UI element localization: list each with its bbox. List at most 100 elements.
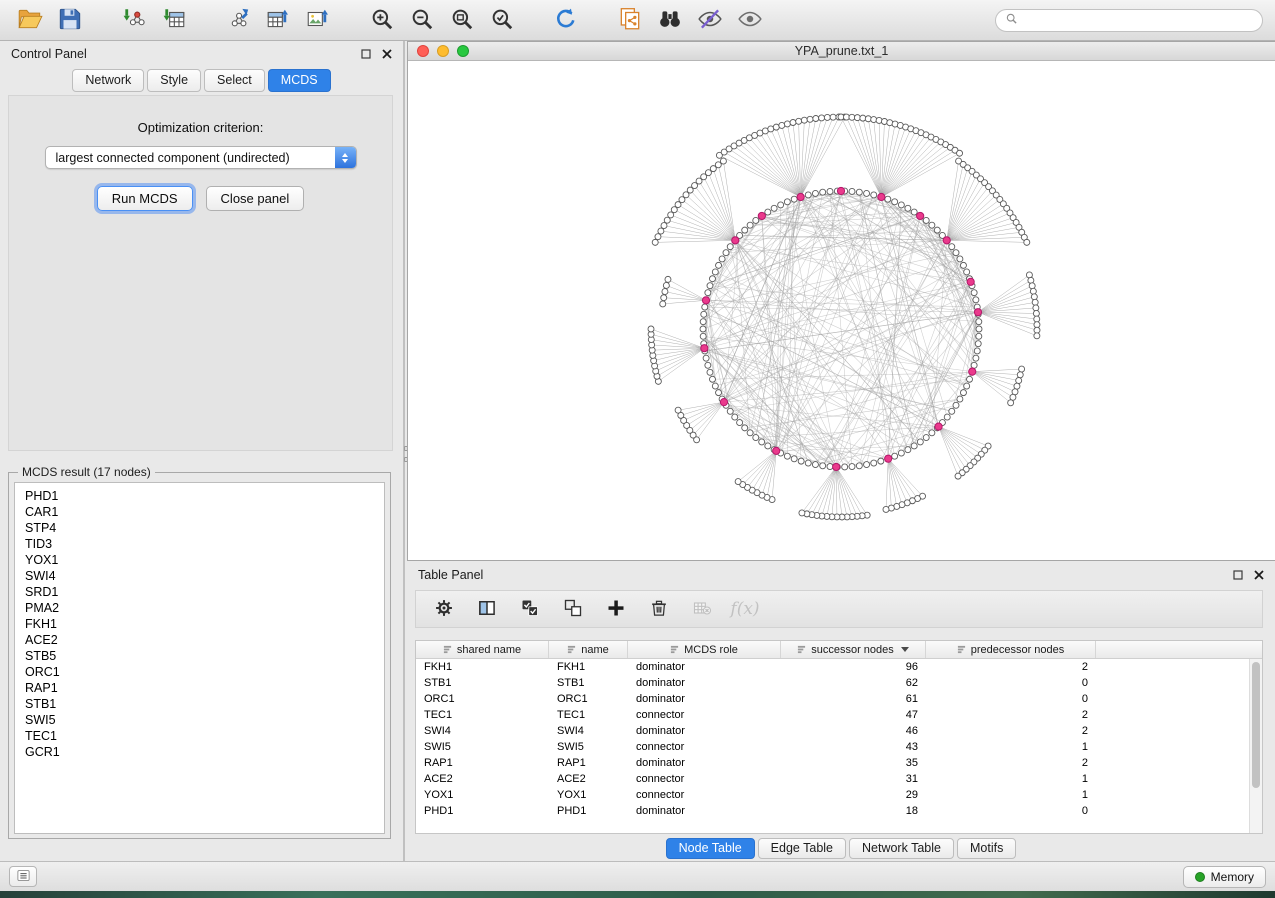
mcds-result-group: MCDS result (17 nodes) PHD1CAR1STP4TID3Y… xyxy=(8,465,391,839)
column-header-predecessor-nodes[interactable]: predecessor nodes xyxy=(926,641,1096,658)
table-row[interactable]: SWI5 SWI5 connector 43 1 xyxy=(416,739,1262,755)
export-table-icon xyxy=(265,6,291,35)
memory-status-icon xyxy=(1195,872,1205,882)
zoom-fit-icon xyxy=(449,6,475,35)
mcds-result-item[interactable]: ORC1 xyxy=(15,664,384,680)
delete-row-button[interactable] xyxy=(647,597,671,621)
eye-slash-icon xyxy=(697,6,723,35)
table-toolbar: f(x) xyxy=(415,590,1263,628)
table-row[interactable]: SWI4 SWI4 dominator 46 2 xyxy=(416,723,1262,739)
zoom-fit-button[interactable] xyxy=(444,4,480,36)
column-header-filler xyxy=(1096,641,1262,658)
mcds-result-item[interactable]: STB1 xyxy=(15,696,384,712)
list-icon xyxy=(16,868,31,886)
tab-mcds[interactable]: MCDS xyxy=(268,69,331,92)
status-bar: Memory xyxy=(0,861,1275,891)
optimization-criterion-select[interactable]: largest connected component (undirected) xyxy=(45,146,357,169)
search-input[interactable] xyxy=(1024,13,1253,27)
float-table-panel-icon[interactable] xyxy=(1233,570,1243,580)
column-header-mcds-role[interactable]: MCDS role xyxy=(628,641,781,658)
add-row-button[interactable] xyxy=(604,597,628,621)
save-session-button[interactable] xyxy=(52,4,88,36)
network-canvas[interactable] xyxy=(408,61,1274,560)
columns-icon xyxy=(477,598,497,621)
copy-network-button[interactable] xyxy=(612,4,648,36)
table-row[interactable]: YOX1 YOX1 connector 29 1 xyxy=(416,787,1262,803)
show-columns-button[interactable] xyxy=(475,597,499,621)
float-panel-icon[interactable] xyxy=(361,49,371,59)
minimize-window-icon[interactable] xyxy=(437,45,449,57)
mcds-result-item[interactable]: TEC1 xyxy=(15,728,384,744)
delete-table-button[interactable] xyxy=(690,597,714,621)
export-image-button[interactable] xyxy=(300,4,336,36)
table-scrollbar xyxy=(1249,659,1262,833)
tab-style[interactable]: Style xyxy=(147,69,201,92)
mcds-result-item[interactable]: SWI4 xyxy=(15,568,384,584)
tab-network-table[interactable]: Network Table xyxy=(849,838,954,859)
close-mcds-panel-button[interactable]: Close panel xyxy=(206,186,305,211)
mcds-result-item[interactable]: PMA2 xyxy=(15,600,384,616)
tab-edge-table[interactable]: Edge Table xyxy=(758,838,846,859)
mcds-result-item[interactable]: STP4 xyxy=(15,520,384,536)
open-file-button[interactable] xyxy=(12,4,48,36)
table-row[interactable]: STB1 STB1 dominator 62 0 xyxy=(416,675,1262,691)
zoom-selected-button[interactable] xyxy=(484,4,520,36)
hide-details-button[interactable] xyxy=(692,4,728,36)
sort-desc-icon xyxy=(901,647,909,652)
mcds-result-item[interactable]: GCR1 xyxy=(15,744,384,760)
column-header-name[interactable]: name xyxy=(549,641,628,658)
memory-button-label: Memory xyxy=(1211,870,1254,884)
control-panel-header: Control Panel xyxy=(0,41,403,67)
mcds-result-item[interactable]: SRD1 xyxy=(15,584,384,600)
close-panel-icon[interactable] xyxy=(382,49,392,59)
mcds-result-item[interactable]: SWI5 xyxy=(15,712,384,728)
import-network-button[interactable] xyxy=(116,4,152,36)
import-table-button[interactable] xyxy=(156,4,192,36)
select-all-button[interactable] xyxy=(518,597,542,621)
tab-motifs[interactable]: Motifs xyxy=(957,838,1016,859)
table-row[interactable]: RAP1 RAP1 dominator 35 2 xyxy=(416,755,1262,771)
search-icon xyxy=(1005,12,1018,28)
apply-function-button[interactable]: f(x) xyxy=(733,597,757,621)
open-folder-icon xyxy=(17,6,43,35)
close-table-panel-icon[interactable] xyxy=(1254,570,1264,580)
zoom-in-icon xyxy=(369,6,395,35)
show-details-button[interactable] xyxy=(732,4,768,36)
mcds-result-item[interactable]: FKH1 xyxy=(15,616,384,632)
tab-network[interactable]: Network xyxy=(72,69,144,92)
mcds-result-item[interactable]: PHD1 xyxy=(15,488,384,504)
tab-node-table[interactable]: Node Table xyxy=(666,838,755,859)
binoculars-icon xyxy=(657,6,683,35)
column-header-successor-nodes[interactable]: successor nodes xyxy=(781,641,926,658)
table-row[interactable]: TEC1 TEC1 connector 47 2 xyxy=(416,707,1262,723)
table-row[interactable]: ACE2 ACE2 connector 31 1 xyxy=(416,771,1262,787)
mcds-result-item[interactable]: RAP1 xyxy=(15,680,384,696)
memory-button[interactable]: Memory xyxy=(1183,866,1266,888)
find-button[interactable] xyxy=(652,4,688,36)
log-console-button[interactable] xyxy=(9,866,37,887)
zoom-out-button[interactable] xyxy=(404,4,440,36)
table-row[interactable]: FKH1 FKH1 dominator 96 2 xyxy=(416,659,1262,675)
close-window-icon[interactable] xyxy=(417,45,429,57)
mcds-result-title: MCDS result (17 nodes) xyxy=(18,465,155,479)
control-panel-tabs: Network Style Select MCDS xyxy=(0,69,403,92)
export-network-button[interactable] xyxy=(220,4,256,36)
table-row[interactable]: PHD1 PHD1 dominator 18 0 xyxy=(416,803,1262,819)
table-row[interactable]: ORC1 ORC1 dominator 61 0 xyxy=(416,691,1262,707)
zoom-in-button[interactable] xyxy=(364,4,400,36)
maximize-window-icon[interactable] xyxy=(457,45,469,57)
column-header-shared-name[interactable]: shared name xyxy=(416,641,549,658)
mcds-result-item[interactable]: CAR1 xyxy=(15,504,384,520)
mcds-result-item[interactable]: YOX1 xyxy=(15,552,384,568)
mcds-result-item[interactable]: STB5 xyxy=(15,648,384,664)
table-scrollbar-thumb[interactable] xyxy=(1252,662,1260,788)
mcds-result-item[interactable]: TID3 xyxy=(15,536,384,552)
tab-select[interactable]: Select xyxy=(204,69,265,92)
deselect-all-button[interactable] xyxy=(561,597,585,621)
apply-layout-button[interactable] xyxy=(548,4,584,36)
export-table-button[interactable] xyxy=(260,4,296,36)
run-mcds-button[interactable]: Run MCDS xyxy=(97,186,193,211)
export-image-icon xyxy=(305,6,331,35)
table-settings-button[interactable] xyxy=(432,597,456,621)
mcds-result-item[interactable]: ACE2 xyxy=(15,632,384,648)
